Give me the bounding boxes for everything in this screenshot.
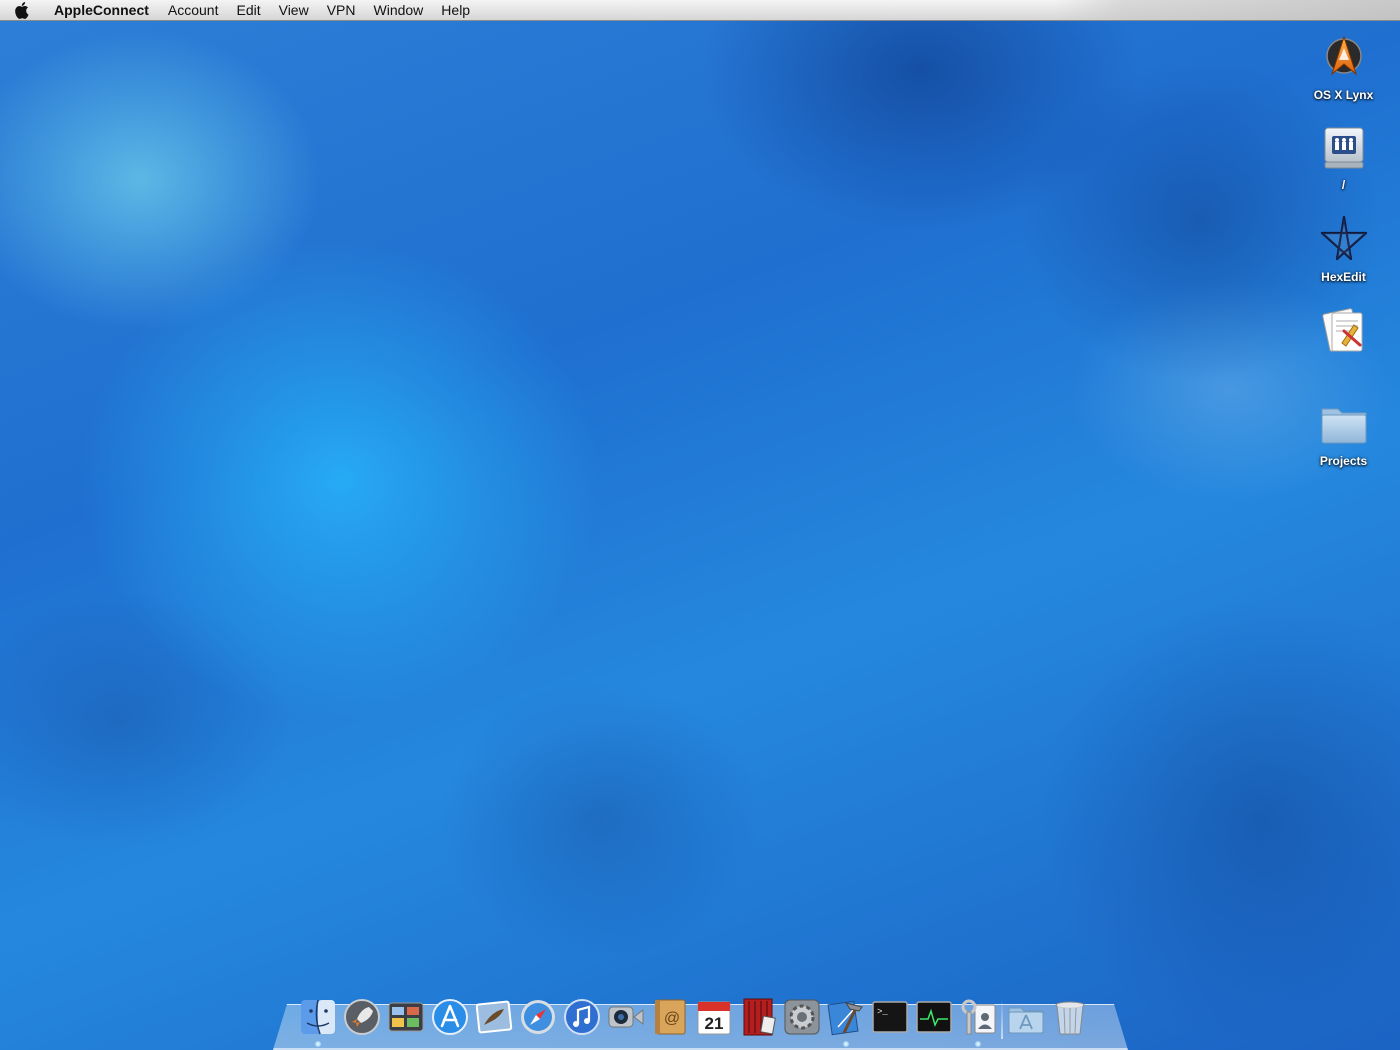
xcode-icon bbox=[827, 1000, 863, 1036]
dock-item-terminal[interactable]: >_ bbox=[868, 995, 912, 1039]
desktop-icon-os-x-lynx[interactable]: OS X Lynx bbox=[1296, 30, 1391, 102]
menu-extras-area bbox=[1054, 0, 1400, 20]
apple-logo-icon bbox=[15, 2, 29, 19]
system-preferences-icon bbox=[784, 999, 820, 1035]
dock-item-photo-booth[interactable] bbox=[736, 995, 780, 1039]
itunes-icon bbox=[564, 999, 600, 1035]
dock: @ 21 >_ bbox=[296, 993, 1092, 1047]
menu-app-name[interactable]: AppleConnect bbox=[46, 0, 159, 21]
svg-text:@: @ bbox=[664, 1010, 680, 1027]
script-document-icon bbox=[1316, 302, 1372, 358]
dock-item-appleconnect[interactable] bbox=[956, 995, 1000, 1047]
applications-folder-icon bbox=[1008, 1007, 1044, 1034]
desktop-icon-label: Projects bbox=[1319, 454, 1368, 468]
server-volume-icon bbox=[1316, 120, 1372, 176]
facetime-icon bbox=[608, 1006, 644, 1028]
dock-item-xcode[interactable] bbox=[824, 995, 868, 1047]
mail-icon bbox=[475, 1000, 513, 1034]
dock-item-facetime[interactable] bbox=[604, 995, 648, 1039]
app-store-icon bbox=[432, 999, 468, 1035]
apple-menu[interactable] bbox=[0, 1, 46, 19]
desktop-icon-label: OS X Lynx bbox=[1313, 88, 1374, 102]
running-indicator bbox=[843, 1041, 849, 1047]
dock-item-app-store[interactable] bbox=[428, 995, 472, 1039]
desktop-icon-label: / bbox=[1341, 178, 1346, 192]
photo-booth-icon bbox=[743, 998, 776, 1036]
terminal-icon: >_ bbox=[872, 1001, 908, 1033]
dock-item-safari[interactable] bbox=[516, 995, 560, 1039]
activity-monitor-icon bbox=[916, 1001, 952, 1033]
running-indicator bbox=[975, 1041, 981, 1047]
dock-separator bbox=[1001, 999, 1003, 1039]
mission-control-icon bbox=[388, 1002, 424, 1032]
folder-icon bbox=[1316, 396, 1372, 452]
finder-icon bbox=[301, 999, 335, 1035]
address-book-icon: @ bbox=[655, 999, 686, 1035]
desktop-icon-root-volume[interactable]: / bbox=[1296, 120, 1391, 192]
running-indicator bbox=[315, 1041, 321, 1047]
dock-item-address-book[interactable]: @ bbox=[648, 995, 692, 1039]
desktop-icon-script-document[interactable] bbox=[1296, 302, 1391, 382]
hexedit-pentagram-icon bbox=[1316, 212, 1372, 268]
terminal-prompt: >_ bbox=[877, 1007, 888, 1017]
desktop-icon-hexedit[interactable]: HexEdit bbox=[1296, 212, 1391, 284]
desktop-icon-label: HexEdit bbox=[1321, 270, 1366, 284]
appleconnect-badge-icon bbox=[961, 999, 996, 1035]
dock-item-mail[interactable] bbox=[472, 995, 516, 1039]
dock-item-itunes[interactable] bbox=[560, 995, 604, 1039]
menu-bar: AppleConnect Account Edit View VPN Windo… bbox=[0, 0, 1400, 21]
trash-icon bbox=[1055, 1001, 1085, 1035]
menu-view[interactable]: View bbox=[270, 0, 318, 21]
menu-account[interactable]: Account bbox=[159, 0, 228, 21]
menu-edit[interactable]: Edit bbox=[227, 0, 269, 21]
safari-icon bbox=[521, 1000, 555, 1034]
dock-item-applications-stack[interactable] bbox=[1004, 995, 1048, 1039]
os-x-lynx-app-icon bbox=[1316, 30, 1372, 86]
desktop[interactable]: AppleConnect Account Edit View VPN Windo… bbox=[0, 0, 1400, 1050]
dock-item-trash[interactable] bbox=[1048, 995, 1092, 1039]
dock-item-finder[interactable] bbox=[296, 995, 340, 1047]
ical-icon: 21 bbox=[697, 1001, 731, 1035]
dock-item-system-preferences[interactable] bbox=[780, 995, 824, 1039]
dock-item-activity-monitor[interactable] bbox=[912, 995, 956, 1039]
desktop-icon-projects[interactable]: Projects bbox=[1296, 396, 1391, 468]
dock-item-mission-control[interactable] bbox=[384, 995, 428, 1039]
dock-item-ical[interactable]: 21 bbox=[692, 995, 736, 1039]
ical-date: 21 bbox=[705, 1014, 724, 1033]
menu-window[interactable]: Window bbox=[365, 0, 433, 21]
launchpad-icon bbox=[344, 999, 380, 1035]
menu-vpn[interactable]: VPN bbox=[318, 0, 365, 21]
menu-help[interactable]: Help bbox=[432, 0, 479, 21]
dock-item-launchpad[interactable] bbox=[340, 995, 384, 1039]
